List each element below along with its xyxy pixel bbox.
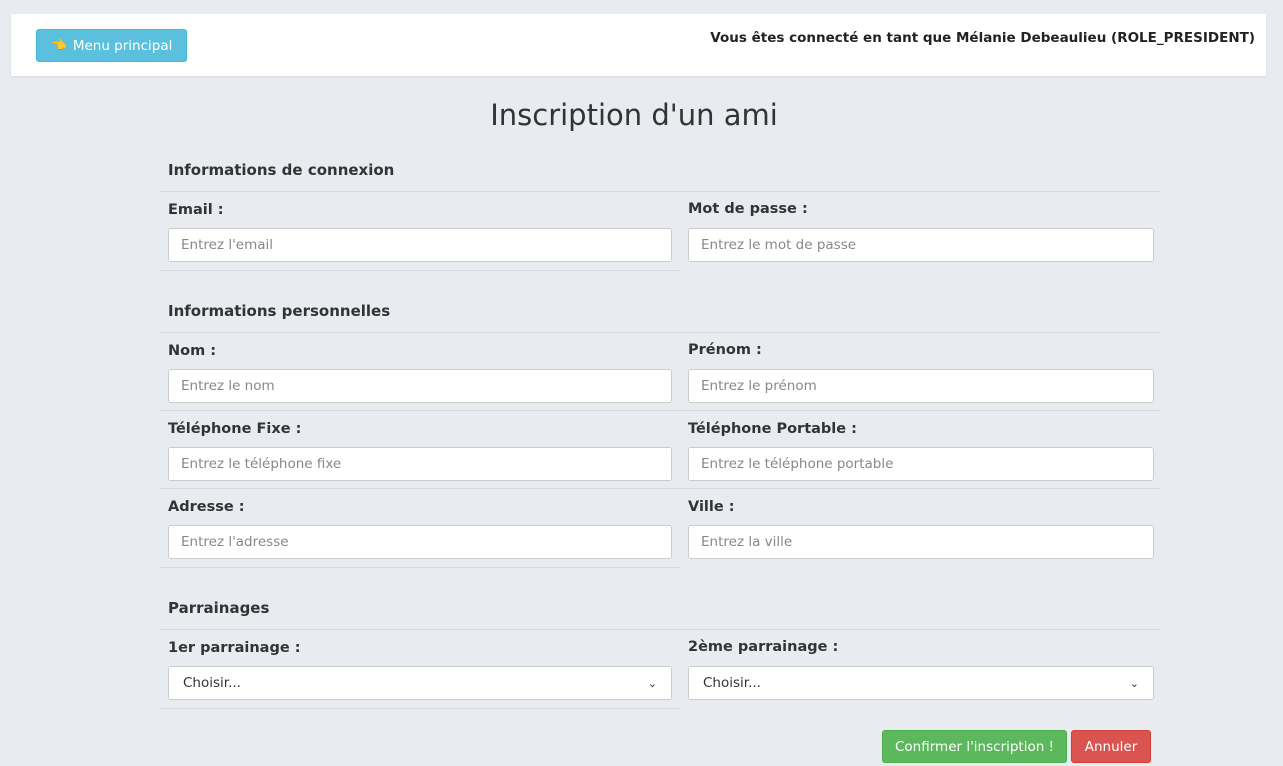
ville-label: Ville : <box>688 499 735 515</box>
telephone-portable-field[interactable] <box>688 447 1154 481</box>
confirm-inscription-button[interactable]: Confirmer l'inscription ! <box>882 730 1067 763</box>
password-label: Mot de passe : <box>688 201 808 217</box>
chevron-down-icon: ⌄ <box>647 676 657 690</box>
section-title-connexion: Informations de connexion <box>168 161 395 179</box>
divider <box>160 410 1160 411</box>
email-field[interactable] <box>168 228 672 262</box>
logged-in-user-info: Vous êtes connecté en tant que Mélanie D… <box>710 30 1255 46</box>
section-title-personnelles: Informations personnelles <box>168 302 391 320</box>
divider <box>160 629 1160 630</box>
ville-field[interactable] <box>688 525 1154 559</box>
cancel-button[interactable]: Annuler <box>1071 730 1151 763</box>
parrainage-1-select[interactable]: Choisir... ⌄ <box>168 666 672 700</box>
parrainage-1-value: Choisir... <box>183 675 241 691</box>
parrainage-2-select[interactable]: Choisir... ⌄ <box>688 666 1154 700</box>
nom-field[interactable] <box>168 369 672 403</box>
menu-principal-button[interactable]: 👈 Menu principal <box>36 29 187 62</box>
adresse-label: Adresse : <box>168 499 245 515</box>
pointing-hand-icon: 👈 <box>50 38 67 53</box>
parrainage-2-label: 2ème parrainage : <box>688 639 839 655</box>
prenom-field[interactable] <box>688 369 1154 403</box>
telephone-fixe-field[interactable] <box>168 447 672 481</box>
top-bar: 👈 Menu principal Vous êtes connecté en t… <box>11 14 1266 76</box>
divider <box>160 567 680 568</box>
adresse-field[interactable] <box>168 525 672 559</box>
divider <box>160 191 1160 192</box>
chevron-down-icon: ⌄ <box>1129 676 1139 690</box>
email-label: Email : <box>168 202 224 218</box>
password-field[interactable] <box>688 228 1154 262</box>
parrainage-2-value: Choisir... <box>703 675 761 691</box>
parrainage-1-label: 1er parrainage : <box>168 640 301 656</box>
section-title-parrainages: Parrainages <box>168 599 270 617</box>
divider <box>160 708 680 709</box>
telephone-portable-label: Téléphone Portable : <box>688 421 857 437</box>
nom-label: Nom : <box>168 343 217 359</box>
divider <box>160 332 1160 333</box>
divider <box>160 488 1160 489</box>
prenom-label: Prénom : <box>688 342 762 358</box>
menu-principal-label: Menu principal <box>72 37 173 54</box>
divider <box>160 270 680 271</box>
page-title: Inscription d'un ami <box>490 98 778 132</box>
telephone-fixe-label: Téléphone Fixe : <box>168 421 302 437</box>
